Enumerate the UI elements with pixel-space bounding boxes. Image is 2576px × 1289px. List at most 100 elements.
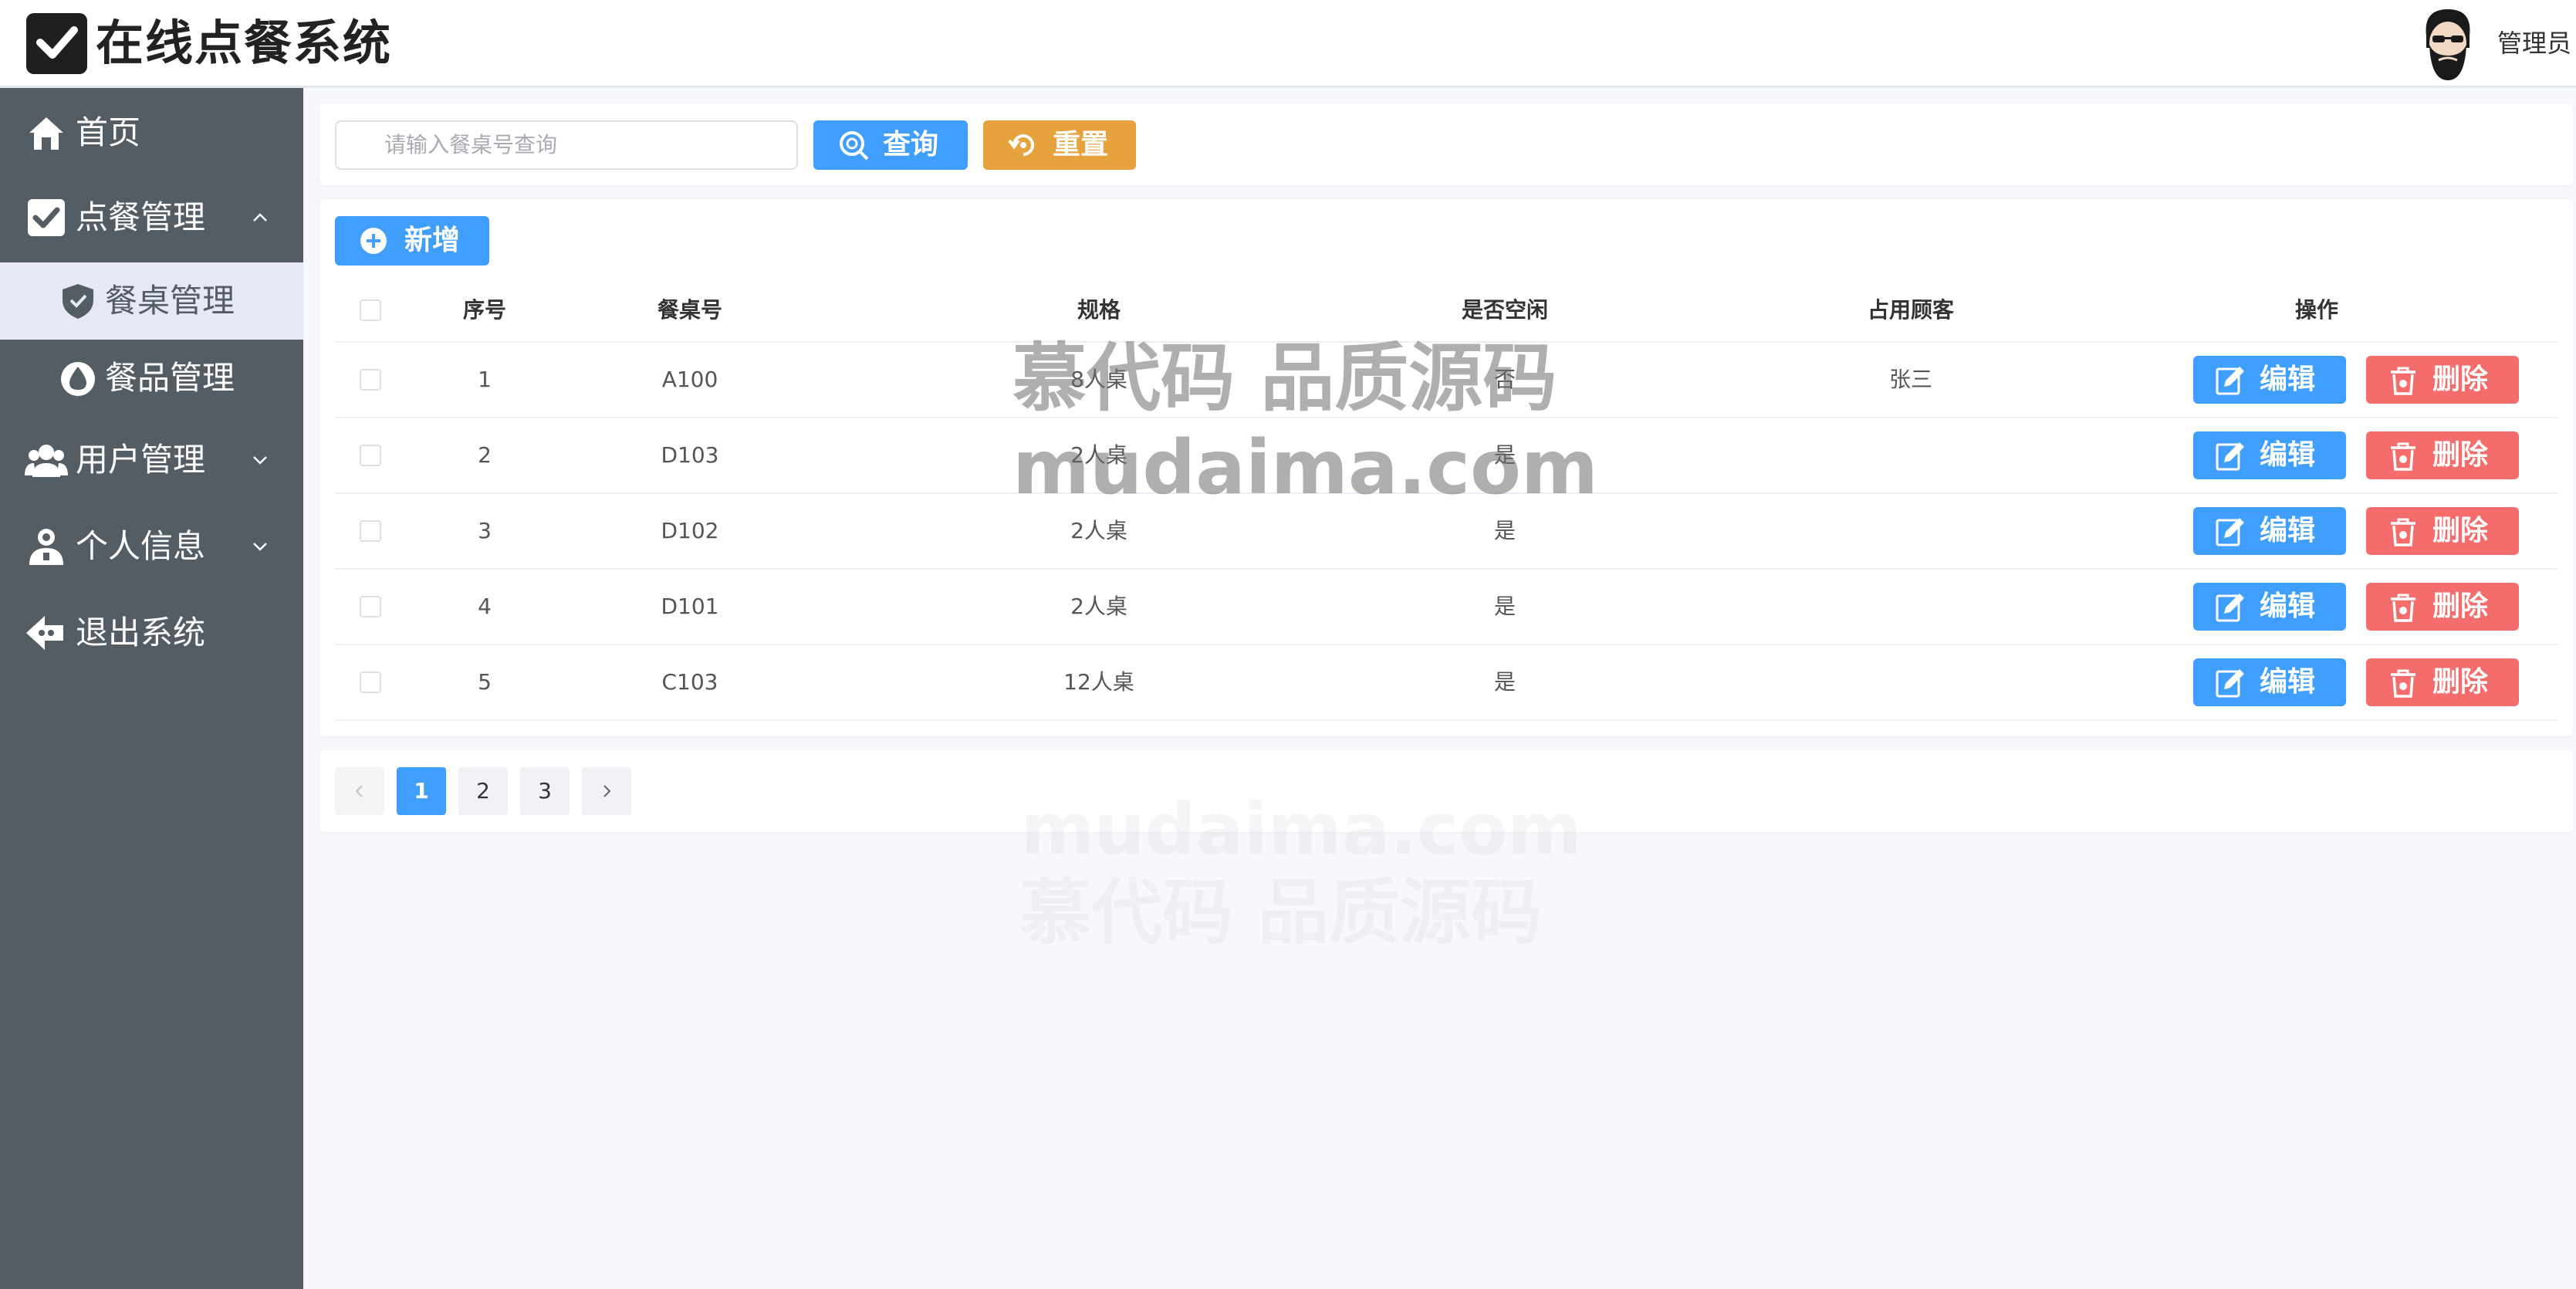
cell-idle: 是 <box>1493 669 1516 695</box>
row-checkbox[interactable] <box>360 369 381 391</box>
watermark-url: mudaima.com <box>1012 425 1598 511</box>
trash-icon <box>2388 592 2419 623</box>
sidebar-item-label: 用户管理 <box>76 441 206 479</box>
sidebar-item-table-management[interactable]: 餐桌管理 <box>0 262 303 340</box>
home-icon <box>25 111 68 154</box>
search-icon <box>837 130 870 161</box>
delete-button[interactable]: 删除 <box>2366 658 2519 706</box>
divider <box>335 568 2557 570</box>
sidebar-item-user-management[interactable]: 用户管理 <box>0 421 303 499</box>
divider <box>335 644 2557 645</box>
column-header-index: 序号 <box>462 297 506 323</box>
check-box-icon <box>25 196 68 239</box>
add-button-label: 新增 <box>404 225 461 256</box>
delete-button-label: 删除 <box>2432 515 2489 546</box>
sidebar-item-label: 个人信息 <box>76 527 206 565</box>
edit-button-label: 编辑 <box>2260 515 2316 546</box>
sidebar-item-dish-management[interactable]: 餐品管理 <box>0 340 303 417</box>
drop-icon <box>59 359 97 398</box>
edit-button[interactable]: 编辑 <box>2193 431 2346 479</box>
cell-index: 3 <box>478 518 492 543</box>
divider <box>335 719 2557 721</box>
trash-icon <box>2388 516 2419 547</box>
column-header-customer: 占用顾客 <box>1867 297 1954 323</box>
cell-table-no: D103 <box>661 442 719 468</box>
app-logo-icon <box>26 13 87 74</box>
chevron-left-icon <box>355 785 363 797</box>
cell-index: 4 <box>478 594 492 619</box>
next-page-button[interactable] <box>582 767 631 815</box>
trash-icon <box>2388 365 2419 396</box>
sidebar-item-label: 首页 <box>76 113 141 151</box>
search-panel: 查询 重置 <box>319 103 2573 185</box>
row-checkbox[interactable] <box>360 672 381 693</box>
delete-button[interactable]: 删除 <box>2366 507 2519 555</box>
cell-idle: 是 <box>1493 594 1516 619</box>
watermark-text: 慕代码 品质源码 <box>1012 335 1557 421</box>
edit-button-label: 编辑 <box>2260 590 2316 622</box>
edit-button-label: 编辑 <box>2260 666 2316 698</box>
chevron-down-icon <box>250 450 270 470</box>
edit-icon <box>2215 668 2246 699</box>
edit-button[interactable]: 编辑 <box>2193 658 2346 706</box>
query-button-label: 查询 <box>883 129 939 161</box>
delete-button[interactable]: 删除 <box>2366 356 2519 404</box>
search-input[interactable] <box>335 120 798 170</box>
cell-spec: 2人桌 <box>1070 518 1127 543</box>
column-header-idle: 是否空闲 <box>1461 297 1548 323</box>
cell-table-no: D101 <box>661 594 719 619</box>
sidebar-item-label: 餐桌管理 <box>105 282 235 320</box>
edit-button[interactable]: 编辑 <box>2193 583 2346 631</box>
user-name[interactable]: 管理员 <box>2497 26 2571 60</box>
sidebar-item-label: 退出系统 <box>76 614 206 651</box>
shield-icon <box>59 282 97 320</box>
page-button-2[interactable]: 2 <box>458 767 508 815</box>
avatar[interactable] <box>2415 5 2480 83</box>
column-header-spec: 规格 <box>1077 297 1121 323</box>
sidebar-item-order-management[interactable]: 点餐管理 <box>0 179 303 256</box>
sidebar-item-label: 餐品管理 <box>105 359 235 397</box>
delete-button[interactable]: 删除 <box>2366 583 2519 631</box>
column-header-table-no: 餐桌号 <box>657 297 722 323</box>
cell-idle: 是 <box>1493 518 1516 543</box>
chevron-down-icon <box>250 536 270 557</box>
sidebar-item-personal-info[interactable]: 个人信息 <box>0 508 303 585</box>
cell-index: 2 <box>478 442 492 468</box>
cell-index: 1 <box>478 367 492 392</box>
delete-button-label: 删除 <box>2432 666 2489 698</box>
edit-button[interactable]: 编辑 <box>2193 507 2346 555</box>
delete-button[interactable]: 删除 <box>2366 431 2519 479</box>
add-button[interactable]: 新增 <box>335 216 489 266</box>
reset-button[interactable]: 重置 <box>983 120 1136 170</box>
edit-button[interactable]: 编辑 <box>2193 356 2346 404</box>
page-button-3[interactable]: 3 <box>520 767 570 815</box>
chevron-up-icon <box>250 208 270 228</box>
cell-table-no: C103 <box>661 669 718 695</box>
row-checkbox[interactable] <box>360 596 381 617</box>
sidebar-item-logout[interactable]: 退出系统 <box>0 594 303 672</box>
cell-index: 5 <box>478 669 492 695</box>
users-icon <box>25 438 68 482</box>
sidebar-item-label: 点餐管理 <box>76 198 206 236</box>
column-header-actions: 操作 <box>2294 297 2338 323</box>
refresh-icon <box>1006 130 1040 161</box>
row-checkbox[interactable] <box>360 520 381 542</box>
delete-button-label: 删除 <box>2432 364 2489 395</box>
cell-table-no: D102 <box>661 518 719 543</box>
logout-icon <box>25 611 68 655</box>
row-checkbox[interactable] <box>360 445 381 466</box>
select-all-checkbox[interactable] <box>360 299 381 321</box>
sidebar-item-home[interactable]: 首页 <box>0 94 303 171</box>
sidebar: 首页 点餐管理 餐桌管理 餐品管理 用户管理 个人信息 退出系统 <box>0 88 303 1289</box>
page-button-1[interactable]: 1 <box>397 767 446 815</box>
trash-icon <box>2388 668 2419 699</box>
top-header: 在线点餐系统 管理员 <box>0 0 2576 88</box>
delete-button-label: 删除 <box>2432 590 2489 622</box>
query-button[interactable]: 查询 <box>813 120 968 170</box>
cell-table-no: A100 <box>661 367 718 392</box>
cell-spec: 12人桌 <box>1063 669 1134 695</box>
watermark-url: mudaima.com <box>1020 788 1582 871</box>
watermark-text: 慕代码 品质源码 <box>1020 871 1543 954</box>
app-title: 在线点餐系统 <box>96 15 393 71</box>
prev-page-button[interactable] <box>335 767 384 815</box>
